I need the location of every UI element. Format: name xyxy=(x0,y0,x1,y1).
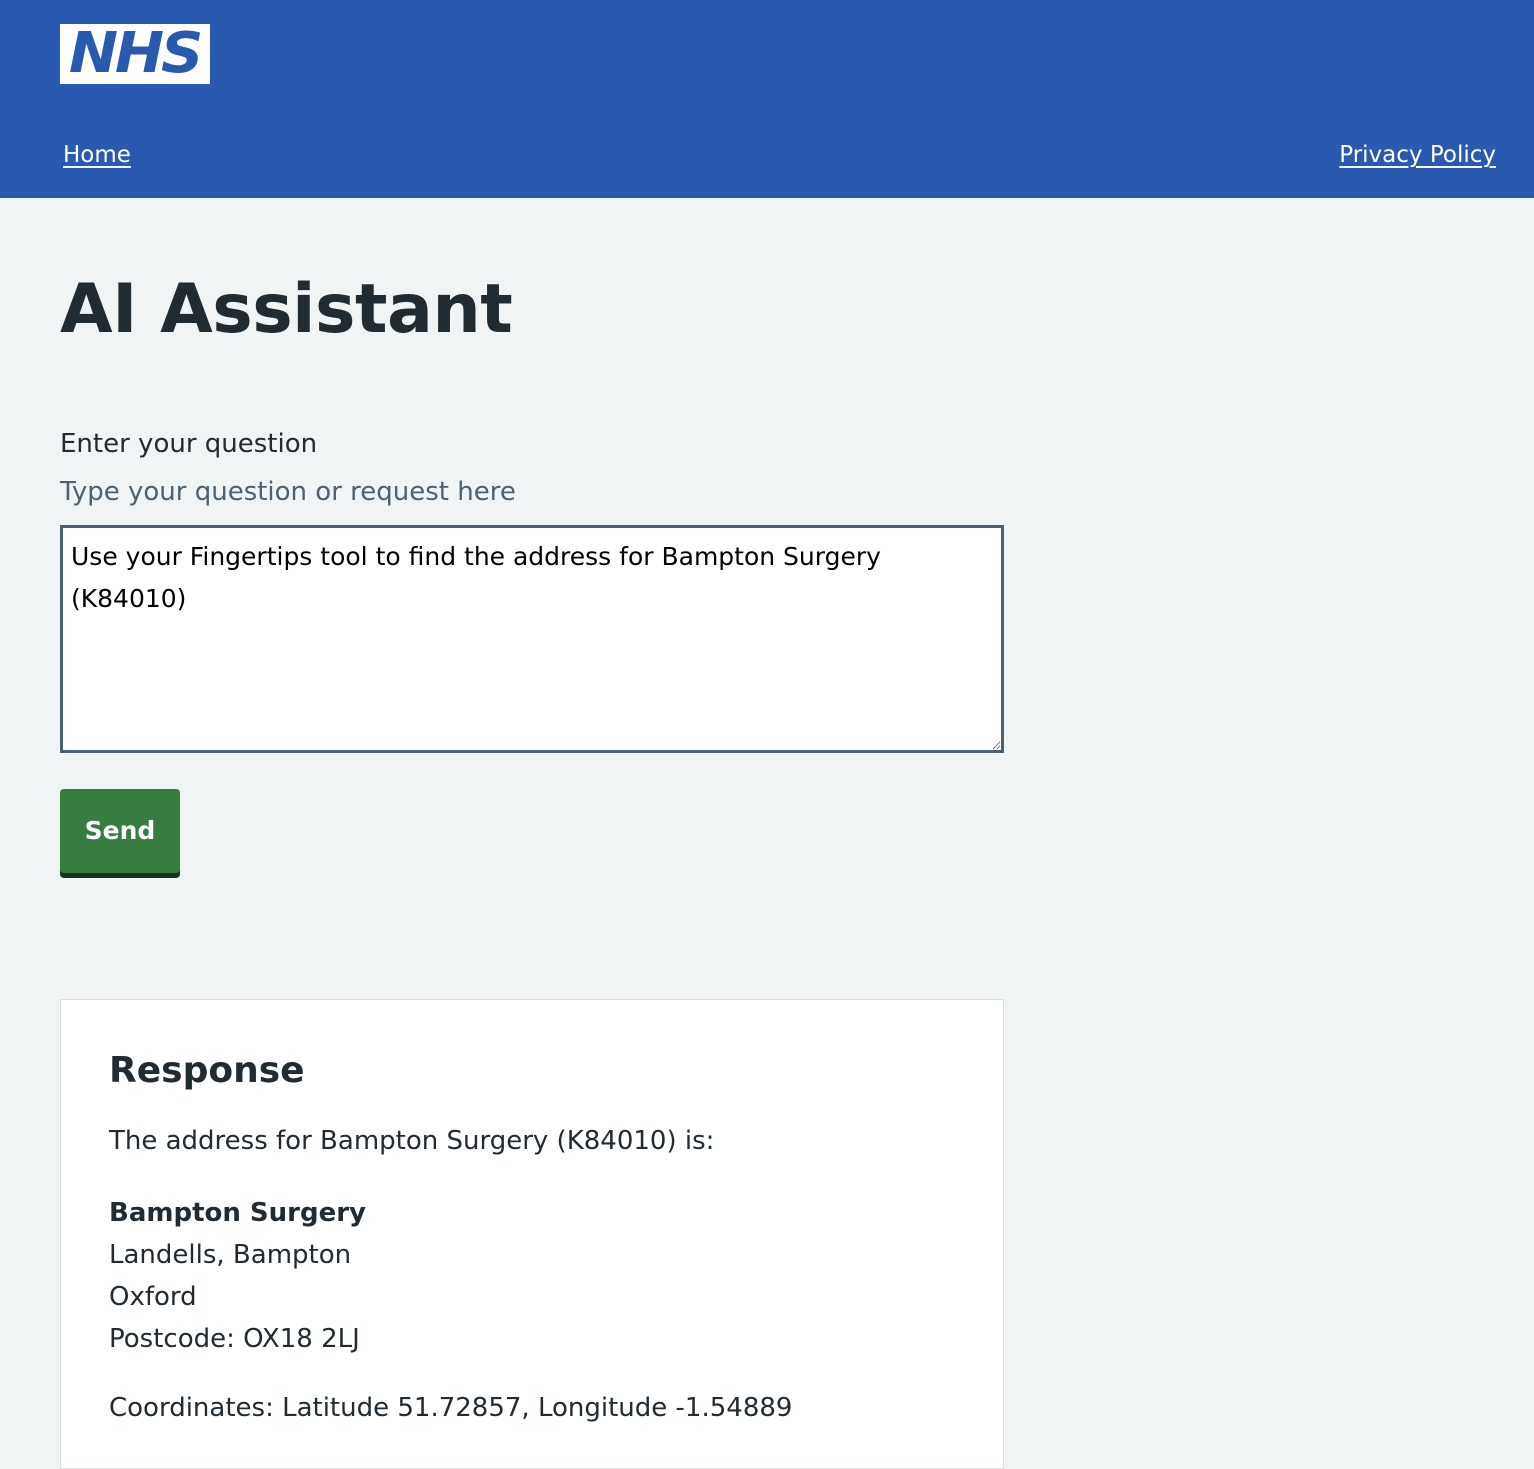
nav-home-link[interactable]: Home xyxy=(63,140,131,170)
site-header: NHS Home Privacy Policy xyxy=(0,0,1534,198)
nhs-logo-text: NHS xyxy=(69,24,203,84)
address-block: Bampton Surgery Landells, Bampton Oxford… xyxy=(109,1192,366,1360)
address-line-2: Oxford xyxy=(109,1282,197,1312)
nav-privacy-policy-link[interactable]: Privacy Policy xyxy=(1339,140,1496,170)
response-heading: Response xyxy=(109,1050,305,1091)
question-label: Enter your question xyxy=(60,429,318,459)
page-title: AI Assistant xyxy=(60,270,513,349)
address-postcode: Postcode: OX18 2LJ xyxy=(109,1324,360,1354)
coordinates-text: Coordinates: Latitude 51.72857, Longitud… xyxy=(109,1393,793,1423)
address-name: Bampton Surgery xyxy=(109,1198,366,1228)
response-panel: Response The address for Bampton Surgery… xyxy=(60,999,1004,1469)
question-textarea[interactable]: Use your Fingertips tool to find the add… xyxy=(60,525,1004,753)
response-intro: The address for Bampton Surgery (K84010)… xyxy=(109,1126,715,1156)
address-line-1: Landells, Bampton xyxy=(109,1240,352,1270)
nhs-logo[interactable]: NHS xyxy=(60,24,210,84)
question-hint: Type your question or request here xyxy=(60,477,516,507)
send-button[interactable]: Send xyxy=(60,789,180,873)
